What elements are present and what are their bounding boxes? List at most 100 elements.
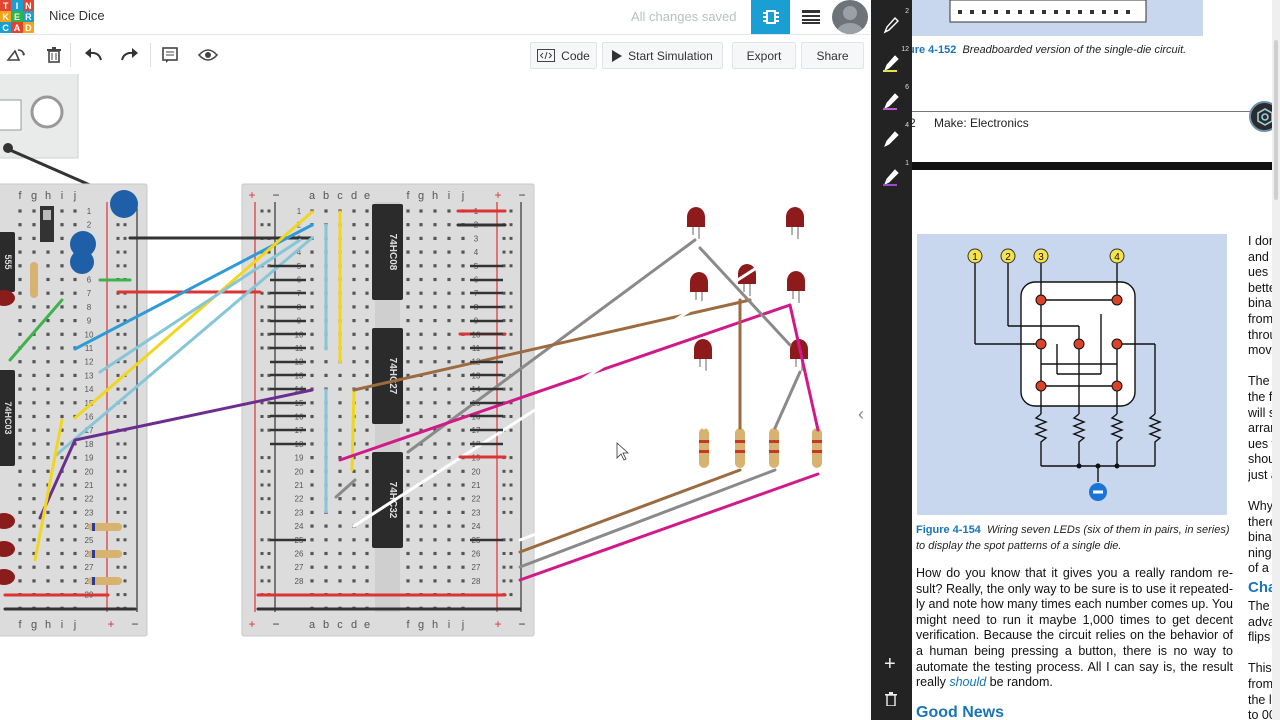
pen-tool-2[interactable]: 12 xyxy=(883,46,909,76)
row-number: 1 xyxy=(87,207,92,216)
led xyxy=(694,339,712,359)
add-icon[interactable]: + xyxy=(884,653,896,676)
column-letter: d xyxy=(351,190,357,202)
visibility-eye-icon[interactable] xyxy=(197,44,219,66)
logo-letter: T xyxy=(0,0,12,11)
share-label: Share xyxy=(816,48,849,63)
figure-4-154-diagram: 1 2 3 4 xyxy=(917,234,1227,515)
column-letter: a xyxy=(309,619,316,631)
column-letter: h xyxy=(45,619,51,631)
row-number: 22 xyxy=(472,495,481,504)
pen-icon xyxy=(883,169,899,186)
component-list-button[interactable] xyxy=(792,0,830,34)
row-number: 11 xyxy=(85,344,94,353)
pen-size: 6 xyxy=(905,84,909,91)
pen-tool-1[interactable]: 2 xyxy=(883,8,909,38)
row-number: 19 xyxy=(85,454,94,463)
pen-size: 1 xyxy=(905,160,909,167)
row-number: 4 xyxy=(474,248,479,257)
pen-tool-3[interactable]: 6 xyxy=(883,84,909,114)
notes-icon[interactable] xyxy=(159,44,181,66)
panel-collapse-icon[interactable]: ‹ xyxy=(858,404,864,425)
rail-sign: − xyxy=(518,617,525,631)
column-letter: j xyxy=(73,190,76,202)
column-letter: i xyxy=(448,619,450,631)
led xyxy=(687,207,705,227)
highlighter-icon xyxy=(883,55,899,72)
pen-icon xyxy=(884,131,899,148)
figure-4-154-label: Figure 4-154 xyxy=(916,524,981,536)
row-number: 25 xyxy=(85,536,94,545)
column-letter: a xyxy=(309,190,316,202)
user-avatar[interactable] xyxy=(832,0,868,34)
row-number: 6 xyxy=(87,276,92,285)
row-number: 23 xyxy=(472,508,481,517)
resistor xyxy=(769,428,779,468)
column-letter: i xyxy=(448,190,450,202)
row-number: 23 xyxy=(295,508,304,517)
capacitor xyxy=(70,250,94,274)
code-button[interactable]: Code xyxy=(530,42,597,69)
pen-tool-4[interactable]: 4 xyxy=(883,122,909,152)
code-icon xyxy=(537,49,556,62)
body-text-end: be random. xyxy=(986,675,1053,690)
row-number: 12 xyxy=(85,358,94,367)
row-number: 28 xyxy=(295,577,304,586)
row-number: 20 xyxy=(85,467,94,476)
rail-sign: + xyxy=(494,617,501,631)
row-number: 20 xyxy=(472,467,481,476)
rail-sign: + xyxy=(107,617,114,631)
row-number: 7 xyxy=(87,289,92,298)
rail-sign: + xyxy=(248,188,255,202)
share-button[interactable]: Share xyxy=(801,42,864,69)
circuit-canvas[interactable]: aabbccddeeffgghhiijj++−−++−−112233445566… xyxy=(0,71,870,720)
redo-icon[interactable] xyxy=(119,44,141,66)
row-number: 27 xyxy=(85,563,94,572)
section-heading-good-news: Good News xyxy=(916,704,1005,720)
row-number: 23 xyxy=(85,508,94,517)
logo-letter: K xyxy=(0,11,12,22)
column-letter: j xyxy=(73,619,76,631)
page-break-bar xyxy=(912,162,1280,170)
resistor xyxy=(699,428,709,468)
scrollbar-thumb[interactable] xyxy=(1274,40,1278,200)
undo-icon[interactable] xyxy=(82,44,104,66)
tinkercad-window: TINKERCAD Nice Dice All changes saved Co… xyxy=(0,0,870,720)
column-letter: g xyxy=(31,619,37,631)
logo-letter: C xyxy=(0,22,12,33)
body-text-start: How do you know that it gives you a real… xyxy=(916,566,1233,690)
export-button[interactable]: Export xyxy=(732,42,796,69)
tinkercad-logo[interactable]: TINKERCAD xyxy=(0,0,34,33)
pen-tool-5[interactable]: 1 xyxy=(883,160,909,190)
design-title[interactable]: Nice Dice xyxy=(49,8,105,23)
play-icon xyxy=(612,49,623,62)
trash-icon[interactable] xyxy=(885,692,897,709)
delete-icon[interactable] xyxy=(43,44,65,66)
row-number: 13 xyxy=(85,371,94,380)
code-label: Code xyxy=(561,48,590,63)
column-letter: h xyxy=(45,190,51,202)
row-number: 24 xyxy=(472,522,481,531)
ic-chip-label: 74HC08 xyxy=(387,234,398,271)
column-letter: e xyxy=(364,190,370,202)
editor-toolbar: Code Start Simulation Export Share xyxy=(0,34,870,74)
column-letter: g xyxy=(31,190,37,202)
rotate-icon[interactable] xyxy=(5,44,27,66)
start-simulation-button[interactable]: Start Simulation xyxy=(602,42,723,69)
pin-label: 4 xyxy=(1114,252,1120,263)
circuit-drawing[interactable]: aabbccddeeffgghhiijj++−−++−−112233445566… xyxy=(0,71,870,720)
column-letter: b xyxy=(323,190,329,202)
page-divider xyxy=(912,111,1280,112)
row-number: 24 xyxy=(295,522,304,531)
row-number: 21 xyxy=(85,481,94,490)
led xyxy=(787,271,805,291)
pen-size: 12 xyxy=(901,46,909,53)
column-letter: e xyxy=(364,619,370,631)
row-number: 2 xyxy=(87,221,92,230)
pen-size: 2 xyxy=(905,8,909,15)
row-number: 19 xyxy=(295,454,304,463)
figure-4-152-caption: ure 4-152 Breadboarded version of the si… xyxy=(912,44,1186,56)
circuit-view-button[interactable] xyxy=(751,0,790,34)
row-number: 3 xyxy=(474,234,479,243)
rail-sign: + xyxy=(248,617,255,631)
